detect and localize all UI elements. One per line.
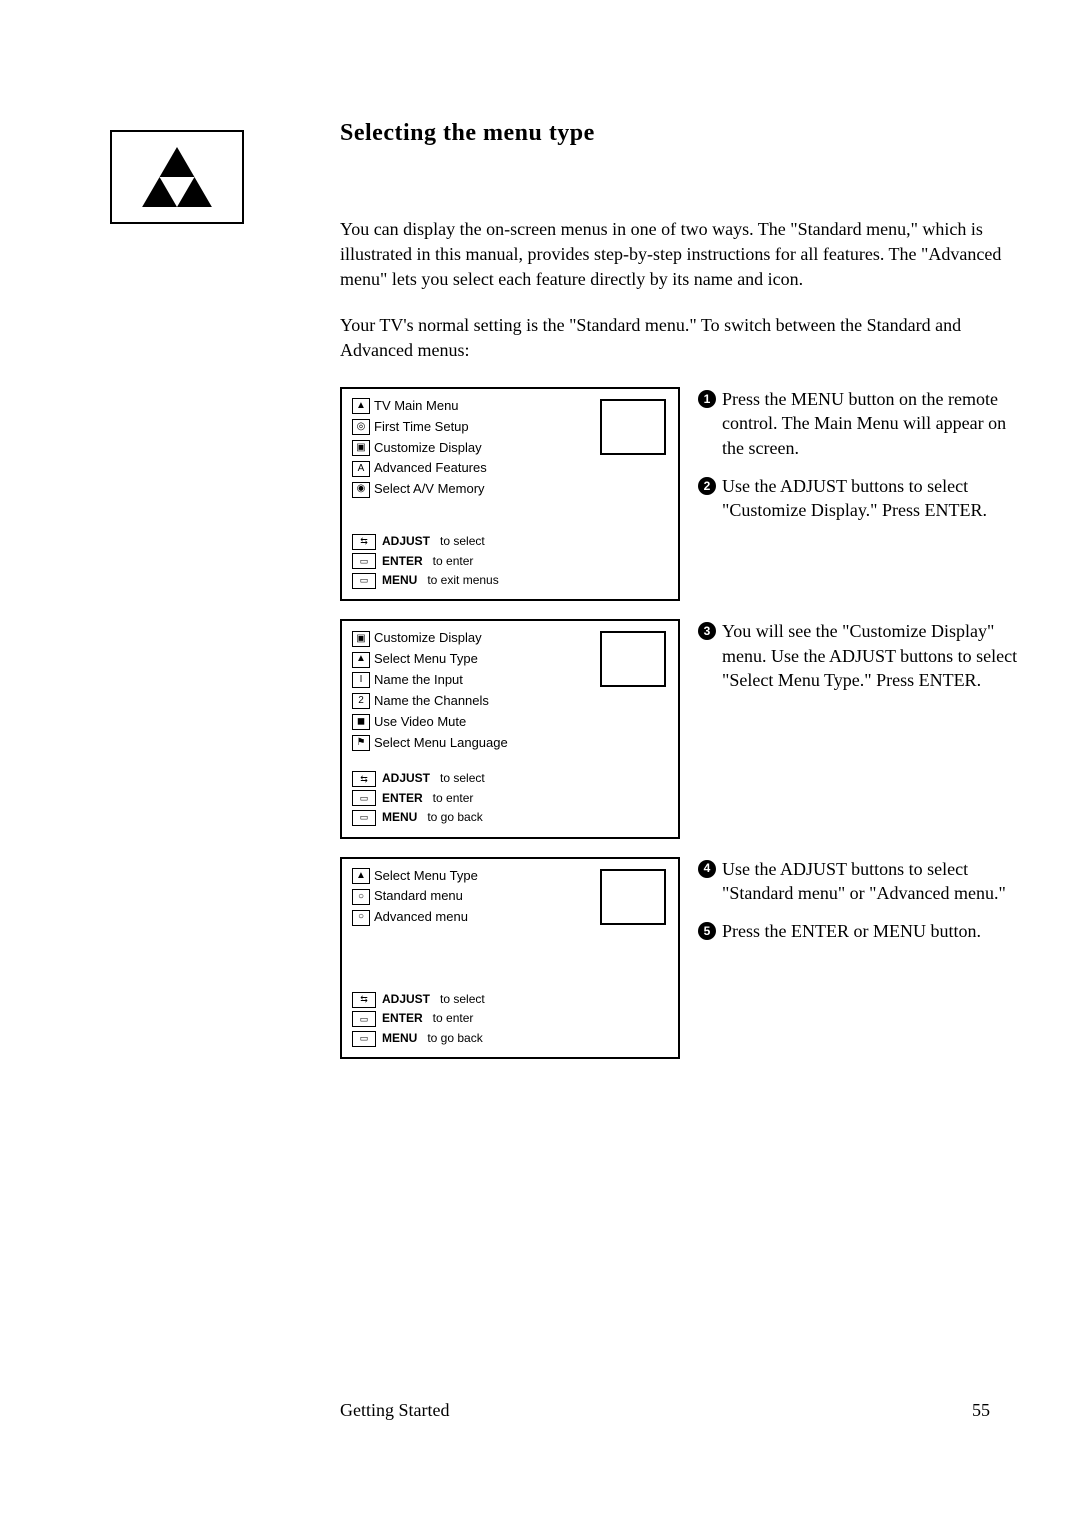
step-text: Press the MENU button on the remote cont…: [722, 387, 1020, 460]
menu-item-label: Advanced menu: [374, 908, 468, 927]
menu-item-label: Advanced Features: [374, 459, 487, 478]
menu-icon: ◎: [352, 419, 370, 435]
hint-label: ADJUST: [382, 991, 430, 1008]
menu-item-label: Select Menu Type: [374, 867, 478, 886]
menu-btn-icon: ▭: [352, 810, 376, 826]
page-title: Selecting the menu type: [340, 120, 1020, 147]
step-2: 2 Use the ADJUST buttons to select "Custo…: [698, 474, 1020, 523]
hint-text: to enter: [433, 790, 474, 807]
hint-label: ADJUST: [382, 533, 430, 550]
intro-paragraph: You can display the on-screen menus in o…: [340, 217, 1020, 293]
menu-btn-icon: ▭: [352, 1031, 376, 1047]
menu-item-label: Select A/V Memory: [374, 480, 485, 499]
step-number-icon: 4: [698, 860, 716, 878]
hint-text: to go back: [427, 809, 482, 826]
adjust-icon: ⇆: [352, 771, 376, 787]
step-number-icon: 5: [698, 922, 716, 940]
hint-text: to select: [440, 991, 485, 1008]
menu-item-label: TV Main Menu: [374, 397, 459, 416]
menu-item-label: Customize Display: [374, 439, 482, 458]
menu-icon: ▲: [352, 868, 370, 884]
enter-icon: ▭: [352, 790, 376, 806]
sub-paragraph: Your TV's normal setting is the "Standar…: [340, 313, 1020, 363]
three-diamond-icon: [142, 147, 212, 207]
preview-box: [600, 869, 666, 925]
step-3: 3 You will see the "Customize Display" me…: [698, 619, 1020, 692]
row-2: ▣Customize Display ▲Select Menu Type INa…: [340, 619, 1020, 838]
adjust-icon: ⇆: [352, 992, 376, 1008]
menu-icon: A: [352, 461, 370, 477]
menu-icon: ⚑: [352, 735, 370, 751]
screen-customize-display: ▣Customize Display ▲Select Menu Type INa…: [340, 619, 680, 838]
hint-label: ADJUST: [382, 770, 430, 787]
step-1: 1 Press the MENU button on the remote con…: [698, 387, 1020, 460]
menu-icon: ○: [352, 910, 370, 926]
hint-label: ENTER: [382, 1010, 423, 1027]
footer-section: Getting Started: [340, 1400, 449, 1421]
screen-select-menu-type: ▲Select Menu Type ○Standard menu ○Advanc…: [340, 857, 680, 1060]
hint-text: to select: [440, 533, 485, 550]
step-text: You will see the "Customize Display" men…: [722, 619, 1020, 692]
step-text: Press the ENTER or MENU button.: [722, 919, 1020, 943]
hint-label: ENTER: [382, 553, 423, 570]
menu-item-label: Select Menu Language: [374, 734, 508, 753]
enter-icon: ▭: [352, 553, 376, 569]
menu-icon: ▲: [352, 398, 370, 414]
row-3: ▲Select Menu Type ○Standard menu ○Advanc…: [340, 857, 1020, 1060]
menu-item-label: Customize Display: [374, 629, 482, 648]
hint-label: ENTER: [382, 790, 423, 807]
menu-icon: ◼: [352, 714, 370, 730]
brand-logo: [110, 130, 244, 224]
preview-box: [600, 399, 666, 455]
step-number-icon: 3: [698, 622, 716, 640]
footer-page-number: 55: [972, 1400, 990, 1421]
menu-item-label: Standard menu: [374, 887, 463, 906]
step-text: Use the ADJUST buttons to select "Standa…: [722, 857, 1020, 906]
menu-icon: 2: [352, 693, 370, 709]
screen-main-menu: ▲TV Main Menu ◎First Time Setup ▣Customi…: [340, 387, 680, 601]
hint-text: to enter: [433, 553, 474, 570]
menu-btn-icon: ▭: [352, 573, 376, 589]
hint-label: MENU: [382, 1030, 417, 1047]
menu-item-label: Name the Channels: [374, 692, 489, 711]
steps-col-3: 4 Use the ADJUST buttons to select "Stand…: [698, 857, 1020, 958]
hint-text: to select: [440, 770, 485, 787]
adjust-icon: ⇆: [352, 534, 376, 550]
row-1: ▲TV Main Menu ◎First Time Setup ▣Customi…: [340, 387, 1020, 601]
menu-icon: ○: [352, 889, 370, 905]
menu-item-label: Use Video Mute: [374, 713, 466, 732]
menu-icon: ▣: [352, 631, 370, 647]
step-5: 5 Press the ENTER or MENU button.: [698, 919, 1020, 943]
hint-text: to go back: [427, 1030, 482, 1047]
step-number-icon: 2: [698, 477, 716, 495]
steps-col-1: 1 Press the MENU button on the remote con…: [698, 387, 1020, 536]
hint-text: to exit menus: [427, 572, 498, 589]
menu-item-label: Select Menu Type: [374, 650, 478, 669]
hint-label: MENU: [382, 572, 417, 589]
menu-item-label: First Time Setup: [374, 418, 469, 437]
step-number-icon: 1: [698, 390, 716, 408]
hint-text: to enter: [433, 1010, 474, 1027]
step-text: Use the ADJUST buttons to select "Custom…: [722, 474, 1020, 523]
enter-icon: ▭: [352, 1011, 376, 1027]
menu-item-label: Name the Input: [374, 671, 463, 690]
menu-icon: I: [352, 672, 370, 688]
step-4: 4 Use the ADJUST buttons to select "Stand…: [698, 857, 1020, 906]
menu-icon: ▲: [352, 652, 370, 668]
preview-box: [600, 631, 666, 687]
steps-col-2: 3 You will see the "Customize Display" me…: [698, 619, 1020, 706]
menu-icon: ◉: [352, 482, 370, 498]
menu-icon: ▣: [352, 440, 370, 456]
hint-label: MENU: [382, 809, 417, 826]
